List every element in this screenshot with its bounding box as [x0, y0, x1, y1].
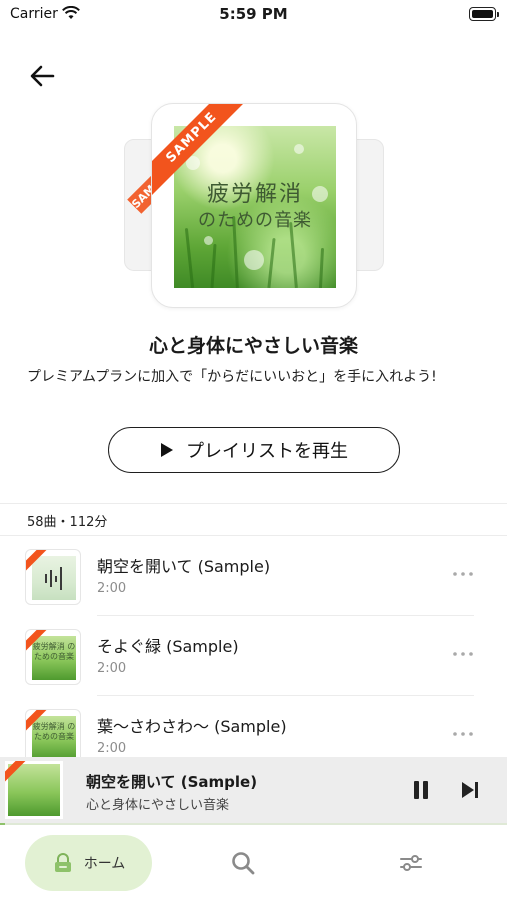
cover-title: 疲労解消	[206, 182, 303, 207]
tab-search[interactable]	[226, 846, 260, 880]
playback-progress	[0, 823, 507, 825]
artwork-card: 疲労解消 のための音楽 SAMPLE	[151, 103, 357, 308]
cover-image: 疲労解消 のための音楽	[174, 126, 336, 288]
play-playlist-label: プレイリストを再生	[186, 441, 348, 462]
mini-player[interactable]: 朝空を開いて (Sample) 心と身体にやさしい音楽	[0, 757, 507, 823]
track-thumbnail	[25, 549, 81, 605]
pause-icon	[414, 781, 428, 799]
tab-home[interactable]: ホーム	[25, 835, 152, 891]
settings-sliders-icon	[400, 855, 422, 871]
thumbnail-cover-text: 疲労解消 のための音楽	[32, 722, 76, 741]
track-title: そよぐ緑 (Sample)	[97, 637, 239, 656]
playlist-artwork: SAMPLE 疲労解消 のための音楽 SAMPLE	[124, 103, 384, 308]
cover-subtitle: のための音楽	[198, 210, 312, 231]
divider	[0, 503, 507, 504]
now-playing-subtitle: 心と身体にやさしい音楽	[86, 798, 230, 813]
track-title: 葉～さわさわ～ (Sample)	[97, 717, 287, 736]
tab-settings[interactable]	[394, 846, 428, 880]
play-icon	[161, 443, 173, 457]
waveform-icon	[45, 567, 62, 590]
status-bar: Carrier 5:59 PM	[0, 0, 507, 30]
back-button[interactable]	[22, 56, 62, 96]
pause-button[interactable]	[406, 775, 436, 805]
playlist-description: プレミアムプランに加入で「からだにいいおと」を手に入れよう!	[27, 369, 437, 385]
now-playing-thumbnail	[5, 761, 63, 819]
track-thumbnail: 疲労解消 のための音楽	[25, 629, 81, 685]
tab-home-label: ホーム	[83, 856, 126, 872]
more-icon	[453, 572, 473, 576]
home-icon	[54, 853, 71, 872]
track-duration: 2:00	[97, 581, 127, 596]
track-row[interactable]: 疲労解消 のための音楽 そよぐ緑 (Sample) 2:00	[0, 616, 507, 696]
playback-progress-fill	[0, 823, 6, 825]
status-time: 5:59 PM	[219, 5, 288, 23]
now-playing-title: 朝空を開いて (Sample)	[86, 773, 258, 791]
skip-next-icon	[462, 782, 478, 798]
track-summary: 58曲・112分	[27, 515, 108, 530]
track-more-button[interactable]	[449, 722, 477, 746]
skip-next-button[interactable]	[455, 775, 485, 805]
back-arrow-icon	[30, 65, 55, 87]
track-more-button[interactable]	[449, 642, 477, 666]
track-more-button[interactable]	[449, 562, 477, 586]
thumbnail-cover-text: 疲労解消 のための音楽	[32, 642, 76, 661]
playlist-title: 心と身体にやさしい音楽	[148, 335, 358, 357]
track-duration: 2:00	[97, 741, 127, 756]
search-icon	[232, 852, 255, 875]
track-title: 朝空を開いて (Sample)	[97, 557, 271, 576]
track-duration: 2:00	[97, 661, 127, 676]
play-playlist-button[interactable]: プレイリストを再生	[108, 427, 400, 473]
more-icon	[453, 732, 473, 736]
tab-bar: ホーム	[0, 826, 507, 900]
battery-icon	[469, 7, 499, 21]
track-row[interactable]: 朝空を開いて (Sample) 2:00	[0, 536, 507, 616]
more-icon	[453, 652, 473, 656]
